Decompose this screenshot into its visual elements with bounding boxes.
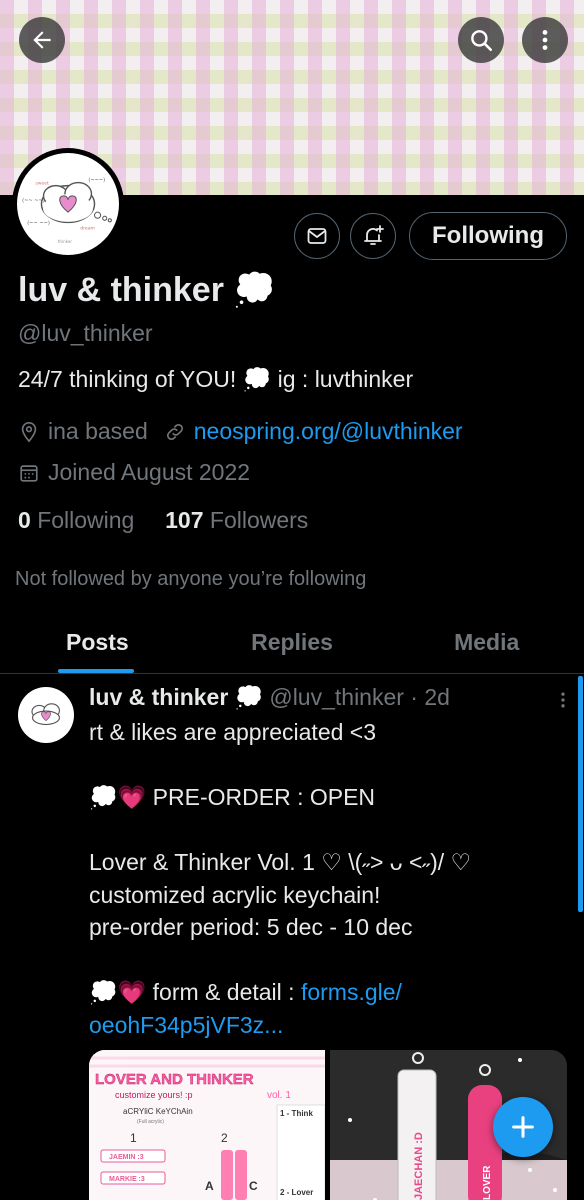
keychain-flyer-image: LOVER AND THINKER customize yours! :p vo…	[89, 1050, 325, 1200]
display-name: luv & thinker 💭	[18, 271, 276, 309]
tweet-avatar[interactable]	[18, 687, 74, 743]
notify-button[interactable]	[350, 213, 396, 259]
profile-tabs: Posts Replies Media	[0, 614, 584, 674]
followers-count: 107	[165, 507, 204, 533]
tweet-form-link-cont[interactable]: oeohF34p5jVF3z...	[89, 1012, 283, 1038]
location-text: ina based	[48, 418, 148, 444]
flyer-name-2: MARKIE :3	[109, 1176, 145, 1183]
location-pin-icon	[21, 421, 37, 442]
mail-icon	[307, 228, 327, 244]
avatar-text-1: (~~~)	[88, 178, 105, 184]
profile-avatar[interactable]: sweet dream (~~~) (~~ ~~) (~~ ~~) thinke…	[12, 148, 124, 260]
following-count: 0	[18, 507, 31, 533]
flyer-side-2: 2 - Lover	[280, 1188, 313, 1197]
flyer-num-1: 1	[130, 1131, 137, 1145]
tweet-line: rt & likes are appreciated <3	[89, 719, 377, 745]
tab-posts[interactable]: Posts	[0, 614, 195, 673]
flyer-subtitle: customize yours! :p	[115, 1090, 193, 1100]
flyer-section: aCRYliC KeYChAin	[123, 1107, 193, 1116]
back-button[interactable]	[19, 17, 65, 63]
flyer-letter-c: C	[249, 1179, 258, 1193]
joined-text: Joined August 2022	[48, 459, 251, 485]
tweet-text: rt & likes are appreciated <3 💭💗 PRE-ORD…	[89, 716, 559, 1041]
arrow-left-icon	[33, 31, 51, 49]
cloud-heart-logo: sweet dream (~~~) (~~ ~~) (~~ ~~) thinke…	[22, 178, 112, 244]
more-options-button[interactable]	[522, 17, 568, 63]
flyer-title: LOVER AND THINKER	[95, 1071, 254, 1088]
tweet-line: 💭💗 PRE-ORDER : OPEN	[89, 784, 376, 810]
link-icon	[166, 423, 183, 440]
followers-label: Followers	[209, 507, 309, 533]
compose-fab[interactable]	[493, 1097, 553, 1157]
tweet-handle-time: @luv_thinker · 2d	[269, 684, 450, 710]
follow-stats: 0 Following 107 Followers	[18, 507, 308, 534]
tab-replies[interactable]: Replies	[195, 614, 390, 673]
user-handle: @luv_thinker	[18, 320, 153, 346]
avatar-text-dream: dream	[80, 226, 95, 232]
keychain-tag-1: JAECHAN :D	[413, 1132, 425, 1200]
tweet-media-image-1[interactable]: LOVER AND THINKER customize yours! :p vo…	[89, 1050, 325, 1200]
more-vertical-icon	[561, 692, 565, 708]
flyer-vol: vol. 1	[267, 1090, 291, 1101]
followers-stat[interactable]: 107 Followers	[165, 507, 308, 533]
tweet-line: Lover & Thinker Vol. 1 ♡ \(˶> ᴗ <˶)/ ♡	[89, 849, 472, 875]
tweet-form-link[interactable]: forms.gle/	[301, 979, 402, 1005]
tweet-more-button[interactable]	[553, 690, 573, 715]
flyer-side-1: 1 - Think	[280, 1109, 313, 1118]
cloud-heart-logo	[31, 703, 60, 726]
avatar-text-thinker: thinker	[58, 239, 73, 244]
not-followed-notice: Not followed by anyone you’re following	[15, 568, 367, 590]
joined-row: Joined August 2022	[18, 459, 250, 486]
tweet-author-name[interactable]: luv & thinker 💭	[89, 684, 263, 711]
tweet-header: luv & thinker 💭 @luv_thinker · 2d	[89, 684, 450, 711]
flyer-letter-a: A	[205, 1179, 214, 1193]
avatar-text-3: (~~ ~~)	[27, 220, 50, 226]
location-row: ina based neospring.org/@luvthinker	[18, 418, 463, 445]
calendar-icon	[20, 464, 38, 482]
tweet-line: customized acrylic keychain!	[89, 881, 381, 908]
message-button[interactable]	[294, 213, 340, 259]
following-button[interactable]: Following	[409, 212, 567, 260]
following-stat[interactable]: 0 Following	[18, 507, 134, 533]
avatar-text-sweet: sweet	[35, 181, 49, 187]
tweet-line: pre-order period: 5 dec - 10 dec	[89, 914, 413, 940]
flyer-section-sub: (Full acrylic)	[137, 1119, 164, 1125]
website-link[interactable]: neospring.org/@luvthinker	[194, 418, 463, 445]
bio: 24/7 thinking of YOU! 💭 ig : luvthinker	[18, 366, 414, 392]
tweet-form-prefix: 💭💗 form & detail :	[89, 979, 301, 1005]
avatar-text-2: (~~ ~~)	[22, 198, 45, 204]
following-label: Following	[37, 507, 135, 533]
bell-plus-icon	[364, 225, 384, 245]
search-icon	[471, 30, 493, 52]
tab-media[interactable]: Media	[389, 614, 584, 673]
scrollbar[interactable]	[578, 676, 583, 912]
flyer-name-1: JAEMIN :3	[109, 1154, 144, 1161]
keychain-tag-2: LOVER	[482, 1165, 493, 1200]
plus-icon	[512, 1116, 534, 1138]
flyer-num-2: 2	[221, 1131, 228, 1145]
search-button[interactable]	[458, 17, 504, 63]
more-vertical-icon	[542, 30, 548, 50]
